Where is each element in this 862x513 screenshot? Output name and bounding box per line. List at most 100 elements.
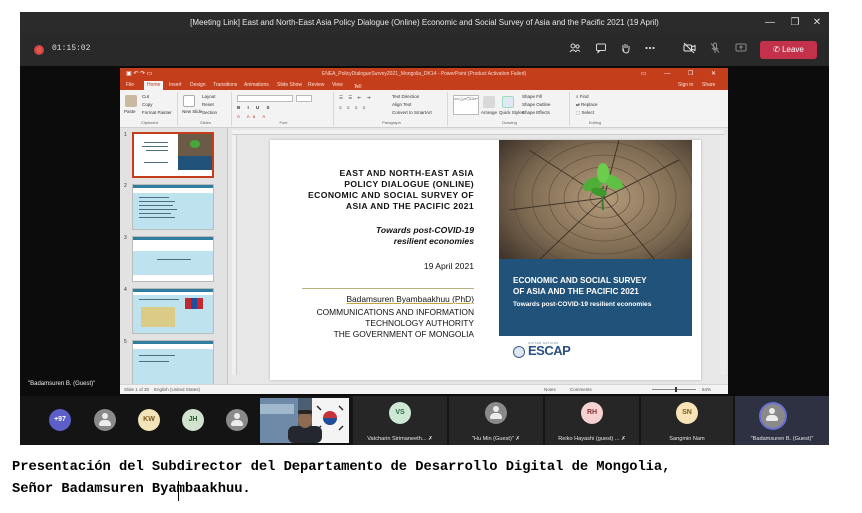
- current-slide[interactable]: EAST AND NORTH-EAST ASIA POLICY DIALOGUE…: [270, 140, 701, 380]
- participant-avatar[interactable]: [226, 409, 248, 431]
- tab-review[interactable]: Review: [308, 82, 324, 88]
- participant-avatar[interactable]: KW: [138, 409, 160, 431]
- slide-thumbnail-2[interactable]: [132, 184, 214, 230]
- cover-subtitle: Towards post-COVID-19 resilient economie…: [513, 301, 652, 308]
- leave-button[interactable]: ✆ Leave: [760, 41, 817, 59]
- recording-icon: [34, 45, 44, 55]
- find-button[interactable]: ⌕ Find: [576, 94, 589, 99]
- share-icon[interactable]: [732, 42, 750, 58]
- participant-tile[interactable]: SN Sangmin Nam: [640, 396, 733, 445]
- teams-window: [Meeting Link] East and North-East Asia …: [20, 12, 829, 445]
- section-button[interactable]: Section: [202, 110, 217, 115]
- more-icon[interactable]: [641, 42, 659, 58]
- arrange-icon[interactable]: [483, 96, 495, 108]
- mic-off-icon: ✗: [515, 436, 521, 442]
- overflow-participants-button[interactable]: +97: [49, 409, 71, 431]
- comments-button[interactable]: Comments: [570, 387, 592, 392]
- self-avatar: [761, 404, 785, 428]
- camera-off-icon[interactable]: [680, 42, 698, 58]
- minimize-button[interactable]: —: [759, 15, 781, 31]
- font-group-label: Font: [279, 120, 288, 125]
- meeting-timer: 01:15:02: [52, 44, 91, 53]
- zoom-slider[interactable]: [652, 387, 696, 392]
- align-buttons[interactable]: ≡ ≡ ≡ ≡: [339, 105, 367, 110]
- slides-group-label: Slides: [200, 120, 211, 125]
- tab-transitions[interactable]: Transitions: [213, 82, 237, 88]
- copy-button[interactable]: Copy: [142, 102, 153, 107]
- window-titlebar: [Meeting Link] East and North-East Asia …: [20, 12, 829, 34]
- shape-fill-button[interactable]: Shape Fill: [522, 94, 542, 99]
- clipboard-group-label: Clipboard: [140, 120, 159, 125]
- replace-button[interactable]: ⇄ Replace: [576, 102, 598, 108]
- share-link[interactable]: Share: [702, 82, 715, 88]
- tab-view[interactable]: View: [332, 82, 343, 88]
- maximize-button[interactable]: ❐: [784, 15, 806, 31]
- quick-styles-button[interactable]: Quick Styles: [499, 110, 524, 115]
- participant-tile[interactable]: "Hu Min (Guest)" ✗: [448, 396, 543, 445]
- slide-title: EAST AND NORTH-EAST ASIA POLICY DIALOGUE…: [308, 168, 474, 211]
- participant-avatar[interactable]: JH: [182, 409, 204, 431]
- participant-tile[interactable]: RH Reiko Hayashi (guest) ... ✗: [544, 396, 639, 445]
- sign-in-link[interactable]: Sign in: [678, 82, 693, 88]
- paste-icon[interactable]: [125, 95, 137, 107]
- vertical-scrollbar[interactable]: [720, 135, 726, 375]
- tab-design[interactable]: Design: [190, 82, 206, 88]
- layout-button[interactable]: Layout: [202, 94, 216, 99]
- self-participant-tile[interactable]: "Badamsuren B. (Guest)": [734, 396, 829, 445]
- new-slide-button[interactable]: New Slide: [182, 109, 202, 114]
- text-direction-button[interactable]: Text Direction: [392, 94, 419, 99]
- shapes-gallery[interactable]: ▭○△▱⬠☐⇨⟶◇⌒☆{}: [453, 95, 479, 115]
- smartart-button[interactable]: Convert to SmartArt: [392, 110, 432, 115]
- list-buttons[interactable]: ☰ ☰ ⇤ ⇥: [339, 95, 372, 101]
- participant-tile[interactable]: VS Vatcharin Sirimaneeth... ✗: [352, 396, 447, 445]
- slide-thumbnail-4[interactable]: [132, 288, 214, 334]
- mic-off-icon[interactable]: [706, 42, 724, 58]
- zoom-level[interactable]: 64%: [702, 387, 711, 392]
- people-icon[interactable]: [566, 42, 584, 58]
- phone-icon: ✆: [773, 45, 783, 54]
- ribbon-group-clipboard: Paste Cut Copy Format Painter Clipboard: [122, 92, 178, 126]
- tab-file[interactable]: File: [126, 82, 134, 88]
- chat-icon[interactable]: [592, 42, 610, 58]
- ppt-ribbon: Paste Cut Copy Format Painter Clipboard …: [120, 90, 728, 128]
- escap-logo: ESCAP: [528, 343, 571, 358]
- font-format-buttons[interactable]: B I U S: [237, 105, 273, 110]
- select-button[interactable]: ⬚ Select: [576, 110, 594, 116]
- slide-thumbnail-1[interactable]: [132, 132, 214, 178]
- reset-button[interactable]: Reset: [202, 102, 214, 107]
- font-color-buttons[interactable]: A Aa A: [237, 114, 268, 119]
- participant-avatar[interactable]: [94, 409, 116, 431]
- cut-button[interactable]: Cut: [142, 94, 149, 99]
- participant-strip: +97 KW JH VS Vatcharin Sirimaneeth... ✗: [20, 396, 829, 445]
- zoom-slider-thumb[interactable]: [675, 387, 678, 392]
- font-name-select[interactable]: [237, 95, 293, 102]
- ppt-window-controls[interactable]: ▭ — ❐ ✕: [641, 70, 724, 77]
- slide-thumbnail-5[interactable]: [132, 340, 214, 384]
- new-slide-icon[interactable]: [183, 95, 195, 107]
- quick-styles-icon[interactable]: [502, 96, 514, 108]
- tree-stump-image: [499, 140, 692, 270]
- tab-animations[interactable]: Animations: [244, 82, 269, 88]
- close-button[interactable]: ✕: [806, 15, 828, 31]
- shape-effects-button[interactable]: Shape Effects: [522, 110, 550, 115]
- language-indicator[interactable]: English (United States): [154, 387, 200, 392]
- paste-button[interactable]: Paste: [124, 109, 136, 114]
- shape-outline-button[interactable]: Shape Outline: [522, 102, 551, 107]
- slide-thumbnail-3[interactable]: [132, 236, 214, 282]
- font-size-select[interactable]: [296, 95, 312, 102]
- tab-insert[interactable]: Insert: [169, 82, 182, 88]
- slide-thumbnails-pane: 1 2 3 4 5: [120, 128, 228, 384]
- participant-video-tile[interactable]: [260, 398, 349, 443]
- participant-name: Vatcharin Sirimaneeth... ✗: [367, 436, 433, 442]
- raise-hand-icon[interactable]: [617, 42, 635, 58]
- mic-off-icon: ✗: [428, 436, 433, 442]
- arrange-button[interactable]: Arrange: [481, 110, 497, 115]
- tab-slide-show[interactable]: Slide Show: [277, 82, 302, 88]
- ribbon-group-drawing: ▭○△▱⬠☐⇨⟶◇⌒☆{} Arrange Quick Styles Shape…: [450, 92, 570, 126]
- align-text-button[interactable]: Align Text: [392, 102, 411, 107]
- notes-button[interactable]: Notes: [544, 387, 556, 392]
- slide-subtitle: Towards post-COVID-19 resilient economie…: [375, 225, 474, 246]
- tab-home[interactable]: Home: [144, 81, 164, 90]
- format-painter-button[interactable]: Format Painter: [142, 110, 172, 115]
- caption-line-2: Señor Badamsuren Byambaakhuu.: [12, 482, 251, 497]
